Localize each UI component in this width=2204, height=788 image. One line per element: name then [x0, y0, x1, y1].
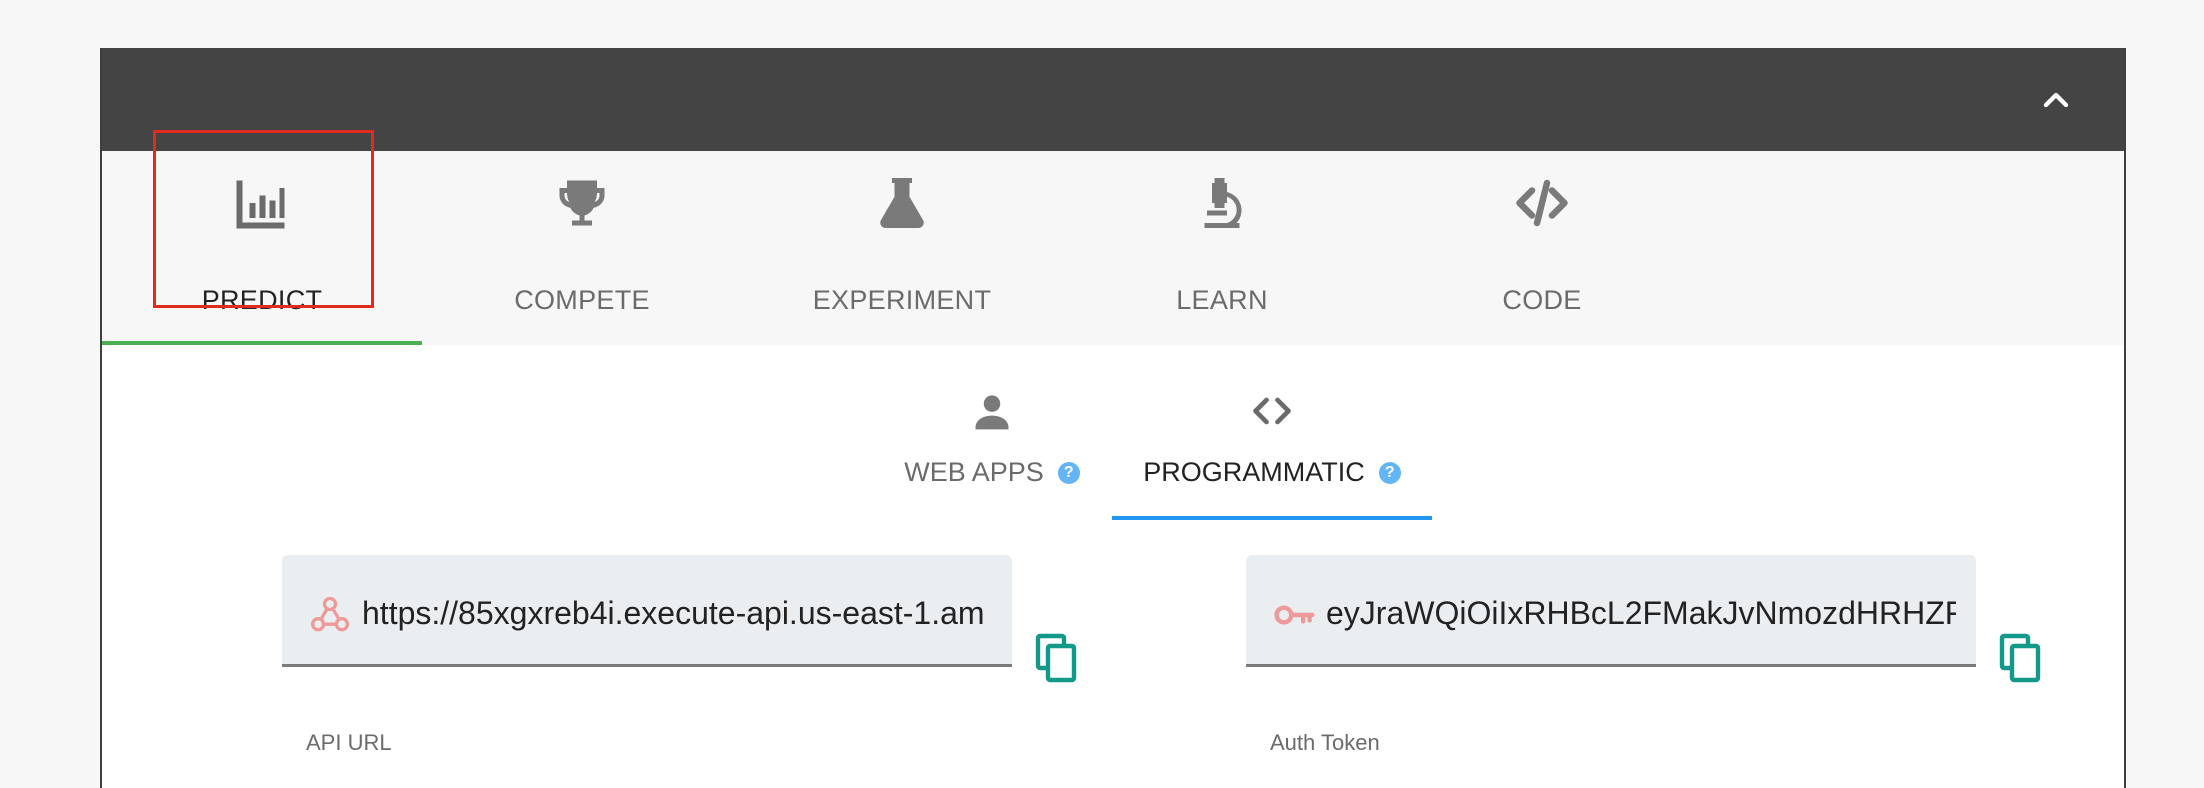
- active-tab-indicator: [102, 341, 422, 345]
- tab-code[interactable]: CODE: [1382, 151, 1702, 345]
- auth-token-label: Auth Token: [1270, 730, 1380, 755]
- tab-label: COMPETE: [514, 285, 650, 315]
- tab-compete[interactable]: COMPETE: [422, 151, 742, 345]
- person-icon: [970, 389, 1014, 433]
- subtab-web-apps[interactable]: WEB APPS?: [842, 345, 1142, 520]
- angle-brackets-icon: [1250, 389, 1294, 433]
- code-icon: [1512, 173, 1572, 233]
- panel-header: [102, 48, 2124, 151]
- auth-token-field[interactable]: [1246, 555, 1976, 667]
- tab-experiment[interactable]: EXPERIMENT: [742, 151, 1062, 345]
- tab-learn[interactable]: LEARN: [1062, 151, 1382, 345]
- active-subtab-indicator: [1112, 516, 1432, 520]
- copy-icon: [1035, 633, 1077, 683]
- subtab-programmatic[interactable]: PROGRAMMATIC?: [1112, 345, 1432, 520]
- webhook-icon: [308, 593, 352, 637]
- api-url-label: API URL: [306, 730, 392, 755]
- subtab-label-text: PROGRAMMATIC: [1143, 457, 1365, 487]
- subtab-label: WEB APPS?: [842, 457, 1142, 488]
- main-tab-bar: PREDICT COMPETE EXPERIMENT LEARN CODE: [102, 151, 2124, 345]
- copy-api-url-button[interactable]: [1034, 633, 1080, 685]
- predict-panel: PREDICT COMPETE EXPERIMENT LEARN CODE WE…: [100, 48, 2126, 788]
- tab-label: PREDICT: [201, 285, 323, 315]
- tab-label: CODE: [1502, 285, 1582, 315]
- api-url-field[interactable]: [282, 555, 1012, 667]
- microscope-icon: [1192, 173, 1252, 233]
- trophy-icon: [552, 173, 612, 233]
- help-icon[interactable]: ?: [1057, 462, 1080, 484]
- subtab-label-text: WEB APPS: [904, 457, 1044, 487]
- tab-label: EXPERIMENT: [812, 285, 992, 315]
- flask-icon: [872, 173, 932, 233]
- chevron-up-icon[interactable]: [2036, 80, 2076, 120]
- tab-predict[interactable]: PREDICT: [102, 151, 422, 345]
- api-url-input[interactable]: [362, 595, 992, 632]
- bar-chart-icon: [232, 173, 292, 233]
- copy-icon: [1999, 633, 2041, 683]
- key-icon: [1272, 593, 1316, 637]
- help-icon[interactable]: ?: [1378, 462, 1401, 484]
- copy-auth-token-button[interactable]: [1998, 633, 2044, 685]
- subtab-label: PROGRAMMATIC?: [1112, 457, 1432, 488]
- tab-label: LEARN: [1176, 285, 1268, 315]
- auth-token-input[interactable]: [1326, 595, 1956, 632]
